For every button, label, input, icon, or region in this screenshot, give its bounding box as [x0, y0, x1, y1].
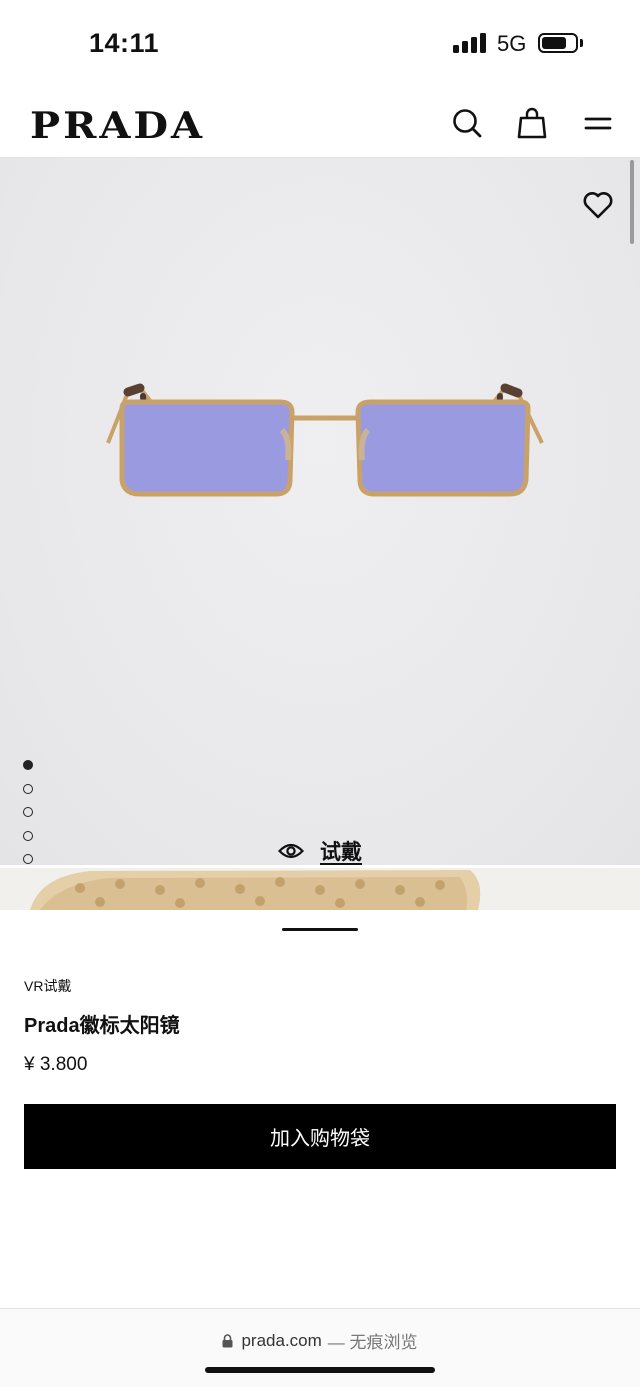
lock-icon: [222, 1333, 233, 1347]
gallery-scrollbar[interactable]: [628, 158, 636, 246]
url-row[interactable]: prada.com — 无痕浏览: [0, 1328, 640, 1353]
signal-icon: [453, 33, 487, 53]
battery-tip: [580, 39, 583, 47]
eye-icon: [278, 843, 304, 859]
sheet-handle[interactable]: [282, 928, 358, 931]
status-time: 14:11: [89, 28, 160, 58]
pagination-dot[interactable]: [23, 783, 33, 794]
pagination-dot[interactable]: [23, 760, 33, 770]
bag-icon[interactable]: [515, 106, 549, 140]
product-gallery[interactable]: 试戴: [0, 158, 640, 910]
home-indicator[interactable]: [205, 1367, 435, 1373]
next-product-image[interactable]: [0, 868, 640, 910]
product-title: Prada徽标太阳镜: [24, 1015, 180, 1037]
try-on-button[interactable]: 试戴: [278, 836, 362, 866]
product-image: [0, 158, 640, 868]
network-label: 5G: [497, 31, 527, 56]
vr-try-on-label: VR试戴: [24, 978, 72, 994]
site-header: PRADA: [0, 88, 640, 158]
browser-address-bar[interactable]: prada.com — 无痕浏览: [0, 1308, 640, 1387]
pagination-dot[interactable]: [23, 830, 33, 841]
url-text: prada.com: [241, 1330, 322, 1350]
pagination-dot[interactable]: [23, 807, 33, 818]
try-on-label: 试戴: [320, 841, 362, 864]
pagination-dot[interactable]: [23, 854, 33, 865]
private-browsing-label: — 无痕浏览: [327, 1333, 418, 1352]
status-bar: 14:11 5G: [0, 0, 640, 88]
menu-icon[interactable]: [581, 106, 615, 140]
battery-icon: [538, 33, 578, 53]
product-price: ¥ 3.800: [24, 1054, 88, 1075]
heart-icon[interactable]: [582, 190, 614, 220]
prada-logo[interactable]: PRADA: [30, 104, 205, 147]
add-to-bag-button[interactable]: 加入购物袋: [24, 1104, 616, 1169]
sunglasses-image: [106, 383, 544, 497]
search-icon[interactable]: [450, 106, 484, 140]
